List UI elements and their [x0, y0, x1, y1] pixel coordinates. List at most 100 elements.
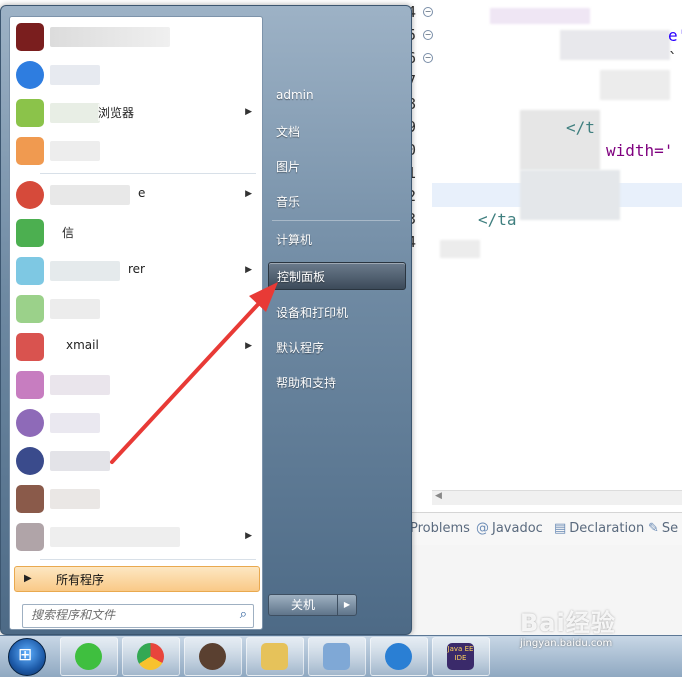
- blurred-label: [50, 141, 100, 161]
- fold-toggle-icon[interactable]: −: [423, 53, 433, 63]
- submenu-arrow-icon: ▶: [245, 341, 252, 351]
- scroll-left-icon[interactable]: ◀: [435, 491, 442, 501]
- blurred-label: [50, 185, 130, 205]
- program-item[interactable]: [10, 19, 262, 55]
- menu-item-documents[interactable]: 文档: [268, 118, 404, 144]
- program-icon: [16, 485, 44, 513]
- watermark-url: jingyan.baidu.com: [520, 638, 613, 649]
- taskbar-chrome[interactable]: [122, 637, 180, 676]
- program-item[interactable]: xmail ▶: [10, 329, 262, 365]
- submenu-arrow-icon: ▶: [245, 189, 252, 199]
- taskbar-ie[interactable]: [370, 637, 428, 676]
- menu-item-help-support[interactable]: 帮助和支持: [268, 369, 404, 395]
- code-fragment: e': [668, 26, 682, 45]
- program-icon: [16, 295, 44, 323]
- program-item[interactable]: [10, 291, 262, 327]
- program-icon: [16, 137, 44, 165]
- notepad-icon: [323, 643, 350, 670]
- menu-item-computer[interactable]: 计算机: [268, 226, 404, 252]
- taskbar-photo-app[interactable]: [184, 637, 242, 676]
- menu-item-devices-printers[interactable]: 设备和打印机: [268, 299, 404, 325]
- arrow-right-icon: ▶: [24, 573, 32, 584]
- program-icon: [16, 333, 44, 361]
- shutdown-button[interactable]: 关机: [268, 594, 338, 616]
- arrow-right-icon: ▶: [343, 600, 351, 609]
- taskbar-notepad[interactable]: [308, 637, 366, 676]
- program-name: 浏览器: [98, 104, 135, 121]
- tab-search[interactable]: ✎ Se: [648, 521, 678, 536]
- tab-problems[interactable]: Problems: [410, 521, 470, 536]
- search-input[interactable]: [23, 605, 231, 625]
- declaration-icon: ▤: [554, 521, 567, 536]
- blurred-code: [520, 170, 620, 220]
- shutdown-options-button[interactable]: ▶: [337, 594, 357, 616]
- ie-icon: [385, 643, 412, 670]
- blurred-label: [50, 489, 100, 509]
- fold-toggle-icon[interactable]: −: [423, 7, 433, 17]
- program-list-pane: 浏览器 ▶ e ▶ 信 rer ▶ xmail ▶ ▶ ▶ 所有程序 搜索程序和…: [9, 16, 263, 630]
- menu-item-default-programs[interactable]: 默认程序: [268, 334, 404, 360]
- wechat-icon: [75, 643, 102, 670]
- program-item[interactable]: [10, 481, 262, 517]
- code-fragment: </ta: [478, 210, 517, 229]
- horizontal-scrollbar[interactable]: ◀: [432, 490, 682, 505]
- program-item[interactable]: [10, 367, 262, 403]
- menu-item-music[interactable]: 音乐: [268, 188, 404, 214]
- code-fragment: width=': [606, 141, 674, 160]
- all-programs-label: 所有程序: [56, 573, 105, 587]
- program-icon: [16, 371, 44, 399]
- all-programs-button[interactable]: ▶ 所有程序: [14, 566, 260, 592]
- program-item[interactable]: [10, 57, 262, 93]
- code-fragment: </t: [566, 118, 595, 137]
- taskbar-java-ee-ide[interactable]: Java EE IDE: [432, 637, 490, 676]
- blurred-label: [50, 103, 100, 123]
- program-item[interactable]: rer ▶: [10, 253, 262, 289]
- submenu-arrow-icon: ▶: [245, 107, 252, 117]
- program-icon: [16, 257, 44, 285]
- program-icon: [16, 61, 44, 89]
- program-icon: [16, 23, 44, 51]
- search-box[interactable]: ⌕: [22, 604, 254, 628]
- blurred-label: [50, 451, 110, 471]
- blurred-label: [50, 413, 100, 433]
- tab-javadoc[interactable]: @ Javadoc: [476, 521, 543, 536]
- program-icon: [16, 99, 44, 127]
- program-icon: [16, 219, 44, 247]
- blurred-label: [50, 375, 110, 395]
- blurred-label: [50, 299, 100, 319]
- program-item[interactable]: 信: [10, 215, 262, 251]
- program-name: 信: [62, 224, 75, 241]
- program-item[interactable]: ▶: [10, 519, 262, 555]
- fold-toggle-icon[interactable]: −: [423, 30, 433, 40]
- program-name: e: [138, 186, 146, 200]
- search-view-icon: ✎: [648, 521, 659, 536]
- program-icon: [16, 447, 44, 475]
- program-name: xmail: [66, 338, 99, 352]
- blurred-code: [490, 8, 590, 24]
- blurred-label: [50, 261, 120, 281]
- tab-declaration[interactable]: ▤ Declaration: [554, 521, 644, 536]
- program-item[interactable]: e ▶: [10, 177, 262, 213]
- java-ee-ide-icon: Java EE IDE: [447, 643, 474, 670]
- program-item[interactable]: [10, 405, 262, 441]
- program-item[interactable]: 浏览器 ▶: [10, 95, 262, 131]
- taskbar-wechat[interactable]: [60, 637, 118, 676]
- program-item[interactable]: [10, 133, 262, 169]
- windows-logo-icon: ⊞: [18, 645, 33, 665]
- blurred-code: [600, 70, 670, 100]
- photo-app-icon: [199, 643, 226, 670]
- taskbar-file-explorer[interactable]: [246, 637, 304, 676]
- menu-item-user-folder[interactable]: admin: [268, 83, 404, 109]
- program-item[interactable]: [10, 443, 262, 479]
- program-icon: [16, 409, 44, 437]
- separator: [40, 173, 256, 174]
- blurred-label: [50, 27, 170, 47]
- blurred-label: [50, 65, 100, 85]
- menu-item-control-panel[interactable]: 控制面板: [268, 262, 406, 290]
- start-button[interactable]: ⊞: [8, 638, 46, 676]
- separator: [40, 559, 256, 560]
- menu-item-pictures[interactable]: 图片: [268, 153, 404, 179]
- separator: [272, 220, 400, 221]
- search-icon[interactable]: ⌕: [240, 607, 247, 622]
- submenu-arrow-icon: ▶: [245, 531, 252, 541]
